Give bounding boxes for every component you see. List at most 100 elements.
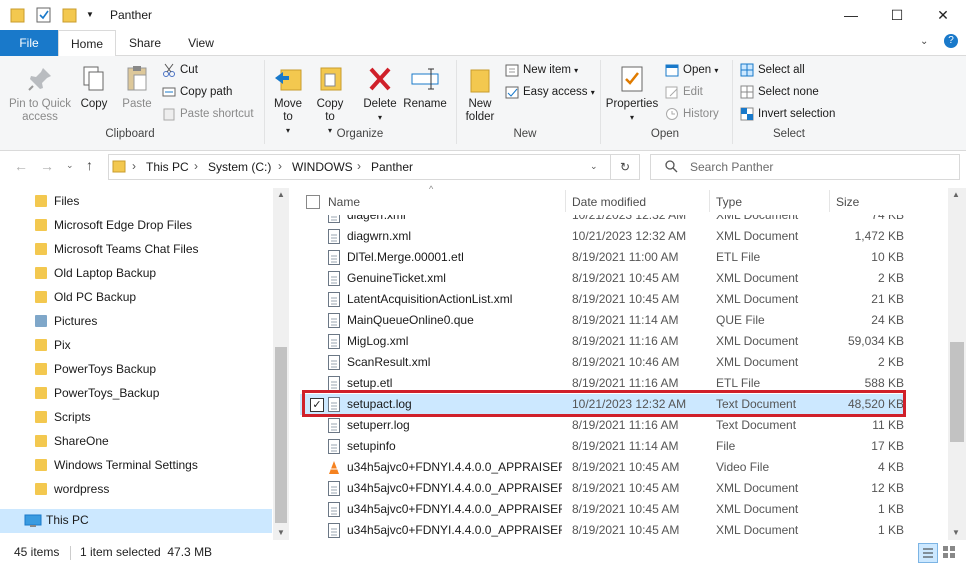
breadcrumb-system-c[interactable]: System (C:) bbox=[208, 160, 271, 174]
table-row[interactable]: diagwrn.xml 10/21/2023 12:32 AM XML Docume… bbox=[300, 226, 906, 247]
folder-icon bbox=[35, 363, 47, 375]
table-row[interactable]: GenuineTicket.xml 8/19/2021 10:45 AM XML D… bbox=[300, 268, 906, 289]
back-icon[interactable]: ← bbox=[14, 158, 28, 174]
forward-icon[interactable]: → bbox=[40, 158, 54, 174]
up-arrow-icon[interactable]: ↑ bbox=[86, 157, 93, 173]
table-row[interactable]: ScanResult.xml 8/19/2021 10:46 AM XML Docu… bbox=[300, 352, 906, 373]
table-row[interactable]: DlTel.Merge.00001.etl 8/19/2021 11:00 AM E… bbox=[300, 247, 906, 268]
column-type[interactable]: Type bbox=[716, 192, 742, 212]
scroll-down-icon[interactable]: ▼ bbox=[952, 528, 960, 537]
sidebar-item[interactable]: Old PC Backup bbox=[0, 285, 272, 309]
properties-button[interactable]: Properties ▾ bbox=[604, 64, 660, 124]
cut-button[interactable]: Cut bbox=[162, 60, 198, 80]
column-date-modified[interactable]: Date modified bbox=[572, 192, 646, 212]
breadcrumb-windows[interactable]: WINDOWS bbox=[292, 160, 353, 174]
table-row[interactable]: LatentAcquisitionActionList.xml 8/19/2021… bbox=[300, 289, 906, 310]
sidebar-item[interactable]: Scripts bbox=[0, 405, 272, 429]
table-row[interactable]: MigLog.xml 8/19/2021 11:16 AM XML Document… bbox=[300, 331, 906, 352]
sidebar-item[interactable]: Pix bbox=[0, 333, 272, 357]
column-divider[interactable] bbox=[709, 190, 710, 214]
tab-file[interactable]: File bbox=[0, 30, 58, 56]
sidebar-item[interactable]: Files bbox=[0, 189, 272, 213]
new-folder-quick-icon[interactable] bbox=[62, 6, 78, 24]
tab-share[interactable]: Share bbox=[120, 30, 170, 56]
column-size[interactable]: Size bbox=[836, 192, 859, 212]
open-button[interactable]: Open ▾ bbox=[665, 60, 718, 80]
minimize-button[interactable]: — bbox=[828, 0, 874, 30]
easy-access-button[interactable]: Easy access ▾ bbox=[505, 82, 595, 102]
tab-home[interactable]: Home bbox=[58, 30, 116, 57]
open-label: Open bbox=[683, 64, 712, 76]
breadcrumb-separator[interactable]: › bbox=[194, 159, 198, 173]
history-button[interactable]: History bbox=[665, 104, 719, 124]
column-divider[interactable] bbox=[829, 190, 830, 214]
sidebar-item[interactable]: Windows Terminal Settings bbox=[0, 453, 272, 477]
select-none-button[interactable]: Select none bbox=[740, 82, 819, 102]
sidebar-item[interactable]: ShareOne bbox=[0, 429, 272, 453]
copy-to-button[interactable]: Copy to ▾ bbox=[312, 64, 348, 137]
breadcrumb-panther[interactable]: Panther bbox=[371, 160, 413, 174]
close-button[interactable]: ✕ bbox=[920, 0, 966, 30]
table-row[interactable]: u34h5ajvc0+FDNYI.4.4.0.0_APPRAISER... 8/1… bbox=[300, 457, 906, 478]
table-row[interactable]: setuperr.log 8/19/2021 11:16 AM Text Docum… bbox=[300, 415, 906, 436]
folder-icon bbox=[35, 459, 47, 471]
column-divider[interactable] bbox=[565, 190, 566, 214]
customize-quick-access-icon[interactable]: ▼ bbox=[86, 10, 94, 19]
rename-button[interactable]: Rename bbox=[402, 64, 448, 111]
nav-scrollbar-thumb[interactable] bbox=[275, 347, 287, 523]
properties-quick-icon[interactable] bbox=[36, 6, 52, 24]
details-view-icon[interactable] bbox=[918, 543, 938, 563]
search-icon bbox=[664, 159, 678, 176]
invert-selection-button[interactable]: Invert selection bbox=[740, 104, 835, 124]
sidebar-item[interactable]: Microsoft Teams Chat Files bbox=[0, 237, 272, 261]
large-icons-view-icon[interactable] bbox=[940, 543, 958, 561]
table-row[interactable]: setupinfo 8/19/2021 11:14 AM File 17 KB bbox=[300, 436, 906, 457]
file-name: u34h5ajvc0+FDNYI.4.4.0.0_APPRAISER... bbox=[347, 523, 562, 537]
new-folder-button[interactable]: New folder bbox=[460, 64, 500, 124]
pin-quick-access-button[interactable]: Pin to Quick access bbox=[6, 64, 74, 124]
sidebar-item[interactable]: PowerToys Backup bbox=[0, 357, 272, 381]
table-row[interactable]: MainQueueOnline0.que 8/19/2021 11:14 AM QU… bbox=[300, 310, 906, 331]
scroll-up-icon[interactable]: ▲ bbox=[277, 190, 285, 199]
refresh-icon[interactable]: ↻ bbox=[610, 155, 639, 179]
file-type: Text Document bbox=[716, 418, 797, 432]
copy-button[interactable]: Copy bbox=[76, 64, 112, 111]
table-row[interactable]: u34h5ajvc0+FDNYI.4.4.0.0_APPRAISER... 8/1… bbox=[300, 520, 906, 540]
table-row[interactable]: u34h5ajvc0+FDNYI.4.4.0.0_APPRAISER... 8/1… bbox=[300, 499, 906, 520]
edit-button[interactable]: Edit bbox=[665, 82, 703, 102]
copy-path-button[interactable]: Copy path bbox=[162, 82, 232, 102]
tab-view[interactable]: View bbox=[176, 30, 226, 56]
document-icon bbox=[328, 418, 340, 433]
sidebar-item-this-pc[interactable]: This PC bbox=[0, 509, 272, 533]
breadcrumb-separator[interactable]: › bbox=[278, 159, 282, 173]
address-dropdown-icon[interactable]: ⌄ bbox=[590, 161, 598, 172]
sidebar-item[interactable]: Pictures bbox=[0, 309, 272, 333]
sidebar-item[interactable]: Old Laptop Backup bbox=[0, 261, 272, 285]
chevron-down-icon[interactable]: ⌄ bbox=[920, 36, 928, 47]
sidebar-item[interactable]: Microsoft Edge Drop Files bbox=[0, 213, 272, 237]
document-icon bbox=[328, 523, 340, 538]
file-size: 2 KB bbox=[877, 355, 904, 369]
help-icon[interactable]: ? bbox=[944, 34, 958, 48]
move-to-button[interactable]: Move to ▾ bbox=[270, 64, 306, 137]
paste-shortcut-button[interactable]: Paste shortcut bbox=[162, 104, 254, 124]
scroll-up-icon[interactable]: ▲ bbox=[952, 190, 960, 199]
breadcrumb-separator[interactable]: › bbox=[357, 159, 361, 173]
column-name[interactable]: Name bbox=[328, 192, 360, 212]
new-item-button[interactable]: New item ▾ bbox=[505, 60, 578, 80]
select-all-checkbox[interactable] bbox=[306, 195, 320, 209]
pictures-icon bbox=[35, 315, 47, 327]
scroll-down-icon[interactable]: ▼ bbox=[277, 528, 285, 537]
breadcrumb-separator[interactable]: › bbox=[132, 159, 136, 173]
maximize-button[interactable]: ☐ bbox=[874, 0, 920, 30]
table-row[interactable]: u34h5ajvc0+FDNYI.4.4.0.0_APPRAISER... 8/1… bbox=[300, 478, 906, 499]
recent-locations-icon[interactable]: ⌄ bbox=[66, 160, 74, 171]
file-scrollbar-thumb[interactable] bbox=[950, 342, 964, 442]
paste-button[interactable]: Paste bbox=[118, 64, 156, 111]
sidebar-item-label: Old PC Backup bbox=[54, 290, 137, 304]
select-all-button[interactable]: Select all bbox=[740, 60, 805, 80]
sidebar-item[interactable]: PowerToys_Backup bbox=[0, 381, 272, 405]
delete-button[interactable]: Delete ▾ bbox=[360, 64, 400, 124]
breadcrumb-this-pc[interactable]: This PC bbox=[146, 160, 189, 174]
sidebar-item[interactable]: wordpress bbox=[0, 477, 272, 501]
